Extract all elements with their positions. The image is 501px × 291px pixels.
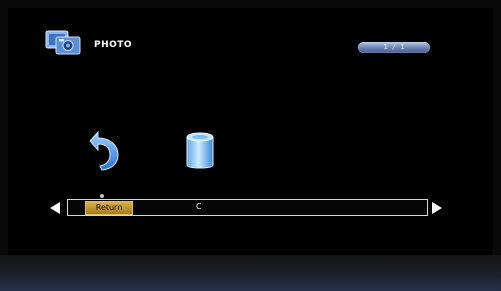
drive-c-item[interactable]: C xyxy=(196,201,202,213)
left-arrow-icon[interactable] xyxy=(48,201,62,215)
bottom-band xyxy=(0,255,501,291)
photo-camera-icon xyxy=(45,30,81,55)
file-list-bar: Return C xyxy=(67,199,428,216)
return-item[interactable]: Return xyxy=(85,201,133,215)
right-arrow-icon[interactable] xyxy=(430,201,444,215)
selection-dot xyxy=(100,194,104,198)
page-indicator: 1 / 1 xyxy=(358,42,430,53)
storage-drive-icon[interactable] xyxy=(183,130,217,172)
page-title: PHOTO xyxy=(94,40,133,50)
return-arrow-icon[interactable] xyxy=(88,130,124,172)
